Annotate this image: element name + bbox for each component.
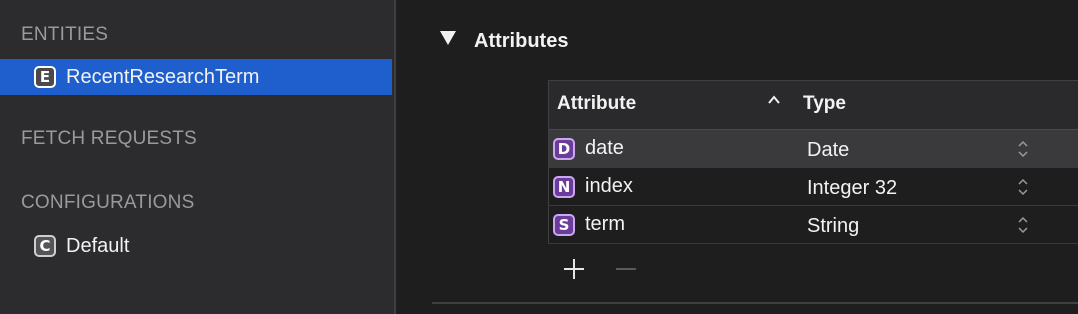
stepper-icon[interactable] xyxy=(1016,138,1030,160)
date-badge-icon: D xyxy=(553,137,575,160)
attribute-name[interactable]: term xyxy=(585,213,625,236)
table-row[interactable]: D date Date xyxy=(549,130,1078,168)
attribute-type[interactable]: Integer 32 xyxy=(807,177,897,200)
attribute-name[interactable]: date xyxy=(585,137,624,160)
entity-badge-icon: E xyxy=(34,66,56,88)
number-badge-icon: N xyxy=(553,175,575,198)
attribute-type[interactable]: Date xyxy=(807,139,849,162)
entity-label: RecentResearchTerm xyxy=(66,65,260,88)
fetch-requests-header[interactable]: FETCH REQUESTS xyxy=(21,128,197,150)
configuration-badge-icon: C xyxy=(34,235,56,257)
section-divider xyxy=(432,302,1078,304)
entities-header: ENTITIES xyxy=(21,24,109,45)
table-row[interactable]: S term String xyxy=(549,206,1078,244)
sidebar: ENTITIES E RecentResearchTerm FETCH REQU… xyxy=(0,0,394,314)
minus-icon[interactable] xyxy=(614,257,638,281)
attribute-type[interactable]: String xyxy=(807,215,859,238)
column-header-attribute[interactable]: Attribute xyxy=(557,93,636,115)
disclosure-triangle-icon[interactable] xyxy=(440,31,456,45)
main-editor: Attributes Attribute Type D date Date N … xyxy=(396,0,1078,314)
column-header-type[interactable]: Type xyxy=(803,93,846,115)
configurations-header[interactable]: CONFIGURATIONS xyxy=(21,192,194,214)
attributes-section-title[interactable]: Attributes xyxy=(474,30,568,53)
attribute-name[interactable]: index xyxy=(585,175,633,198)
string-badge-icon: S xyxy=(553,213,575,236)
plus-icon[interactable] xyxy=(562,257,586,281)
table-header: Attribute Type xyxy=(549,80,1078,130)
table-row[interactable]: N index Integer 32 xyxy=(549,168,1078,206)
sidebar-item-entity[interactable]: E RecentResearchTerm xyxy=(0,59,392,95)
attributes-table: Attribute Type D date Date N index Integ… xyxy=(548,80,1078,244)
stepper-icon[interactable] xyxy=(1016,176,1030,198)
configuration-label: Default xyxy=(66,234,130,257)
stepper-icon[interactable] xyxy=(1016,214,1030,236)
sidebar-item-configuration[interactable]: C Default xyxy=(0,228,392,264)
sort-ascending-icon[interactable] xyxy=(767,93,781,107)
